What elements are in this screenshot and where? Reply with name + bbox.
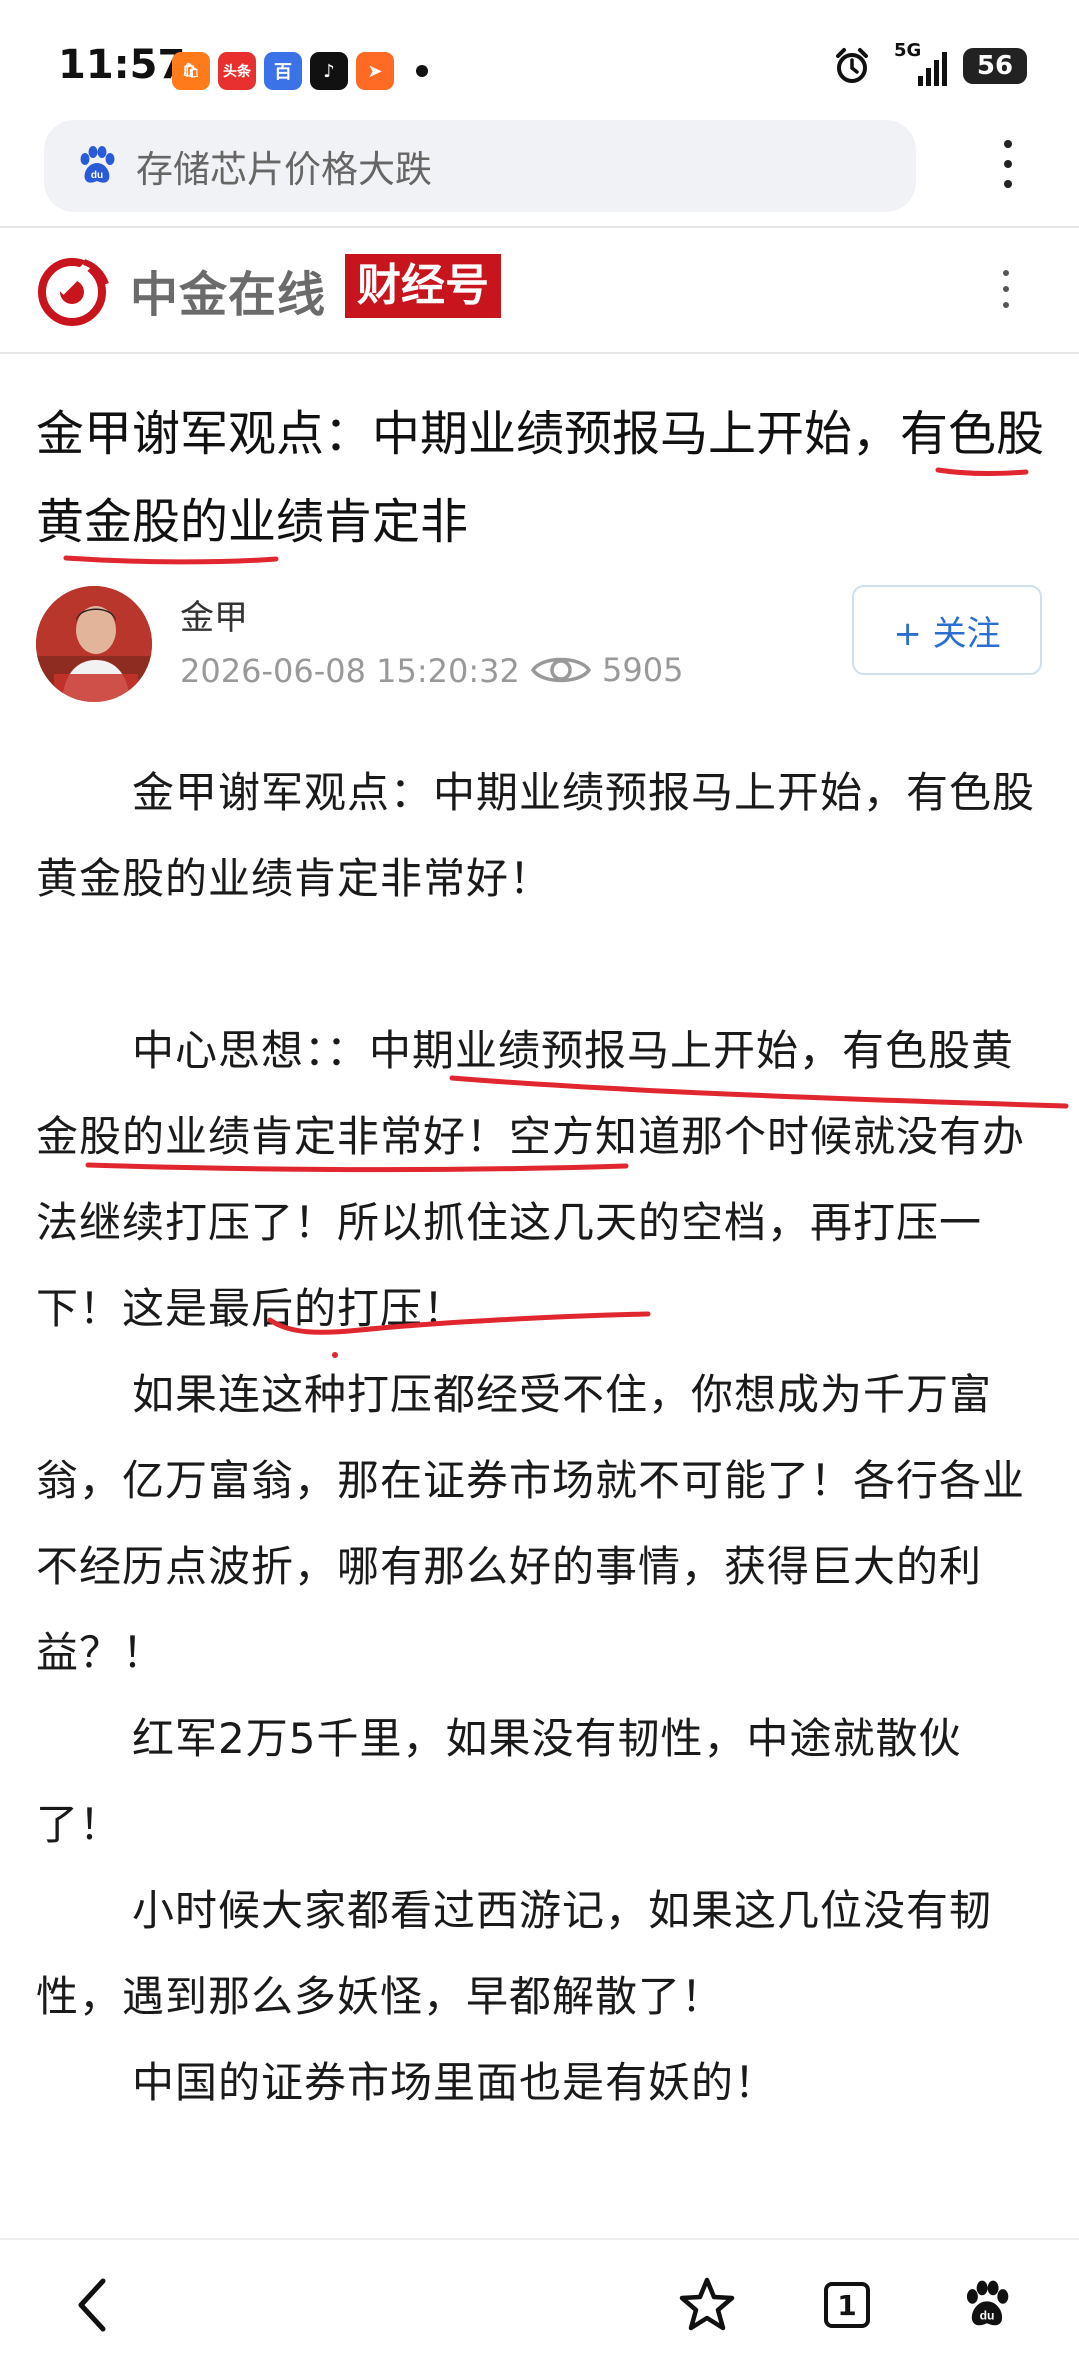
paragraph: 金甲谢军观点：中期业绩预报马上开始，有色股黄金股的业绩肯定非常好！ — [36, 768, 1036, 903]
signal-5g-icon: 5G — [888, 40, 947, 86]
tabs-button[interactable]: 1 — [812, 2270, 882, 2340]
paragraph-spacer — [36, 922, 1046, 1008]
search-input[interactable]: du 存储芯片价格大跌 — [44, 120, 916, 212]
article-title: 金甲谢军观点：中期业绩预报马上开始，有色股黄金股的业绩肯定非 — [36, 406, 1045, 550]
network-type: 5G — [894, 40, 922, 61]
paragraph: 中心思想：：中期业绩预报马上开始，有色股黄金股的业绩肯定非常好！空方知道那个时候… — [36, 1026, 1026, 1333]
app-shop-icon: 🛍 — [172, 52, 210, 90]
eye-icon — [530, 657, 592, 683]
notification-app-icons: 🛍 头条百 ♪ ➤ — [172, 48, 428, 94]
post-date: 2026-06-08 15:20:32 — [180, 652, 520, 690]
app-baidu-icon: 百 — [264, 52, 302, 90]
zhongjin-logo-icon — [38, 258, 109, 326]
baidu-paw-icon: du — [966, 2280, 1009, 2326]
source-menu-button[interactable] — [1001, 270, 1011, 308]
baidu-home-button[interactable]: du — [952, 2270, 1022, 2340]
avatar-image — [36, 586, 152, 702]
bottom-nav: 1 du — [0, 2238, 1079, 2374]
more-notifications-dot — [416, 65, 428, 77]
article-body: 金甲谢军观点：中期业绩预报马上开始，有色股黄金股的业绩肯定非常好！ 中心思想：：… — [36, 750, 1046, 2126]
source-tag-badge: 财经号 — [345, 254, 501, 318]
view-count: 5905 — [530, 650, 683, 690]
star-icon — [679, 2277, 735, 2331]
app-messenger-icon: ➤ — [356, 52, 394, 90]
baidu-paw-icon: du — [80, 146, 115, 183]
source-name[interactable]: 中金在线 — [130, 255, 326, 325]
author-name[interactable]: 金甲 — [180, 590, 248, 639]
paragraph: 小时候大家都看过西游记，如果这几位没有韧性，遇到那么多妖怪，早都解散了！ — [36, 1886, 993, 2021]
paragraph: 中国的证券市场里面也是有妖的！ — [132, 2058, 778, 2107]
favorite-button[interactable] — [672, 2270, 742, 2340]
follow-button[interactable]: + 关注 — [852, 585, 1042, 675]
search-query: 存储芯片价格大跌 — [136, 148, 432, 191]
back-button[interactable] — [58, 2270, 128, 2340]
status-time: 11:57 — [58, 42, 186, 88]
status-indicators: 5G 56 — [832, 40, 1027, 86]
back-arrow-icon — [78, 2278, 106, 2332]
app-douyin-icon: ♪ — [310, 52, 348, 90]
paragraph: 红军2万5千里，如果没有韧性，中途就散伙了！ — [36, 1714, 962, 1849]
app-toutiao-icon: 头条 — [218, 52, 256, 90]
header-divider — [0, 226, 1079, 228]
paragraph: 如果连这种打压都经受不住，你想成为千万富翁，亿万富翁，那在证券市场就不可能了！各… — [36, 1370, 1026, 1677]
avatar[interactable] — [36, 586, 152, 702]
browser-menu-button[interactable] — [1003, 140, 1013, 188]
alarm-icon — [836, 48, 868, 83]
svg-text:du: du — [91, 170, 103, 181]
brand-divider — [0, 352, 1079, 354]
battery-indicator: 56 — [963, 48, 1027, 84]
tab-count: 1 — [824, 2282, 870, 2328]
svg-text:du: du — [980, 2309, 995, 2323]
view-count-value: 5905 — [602, 651, 684, 689]
